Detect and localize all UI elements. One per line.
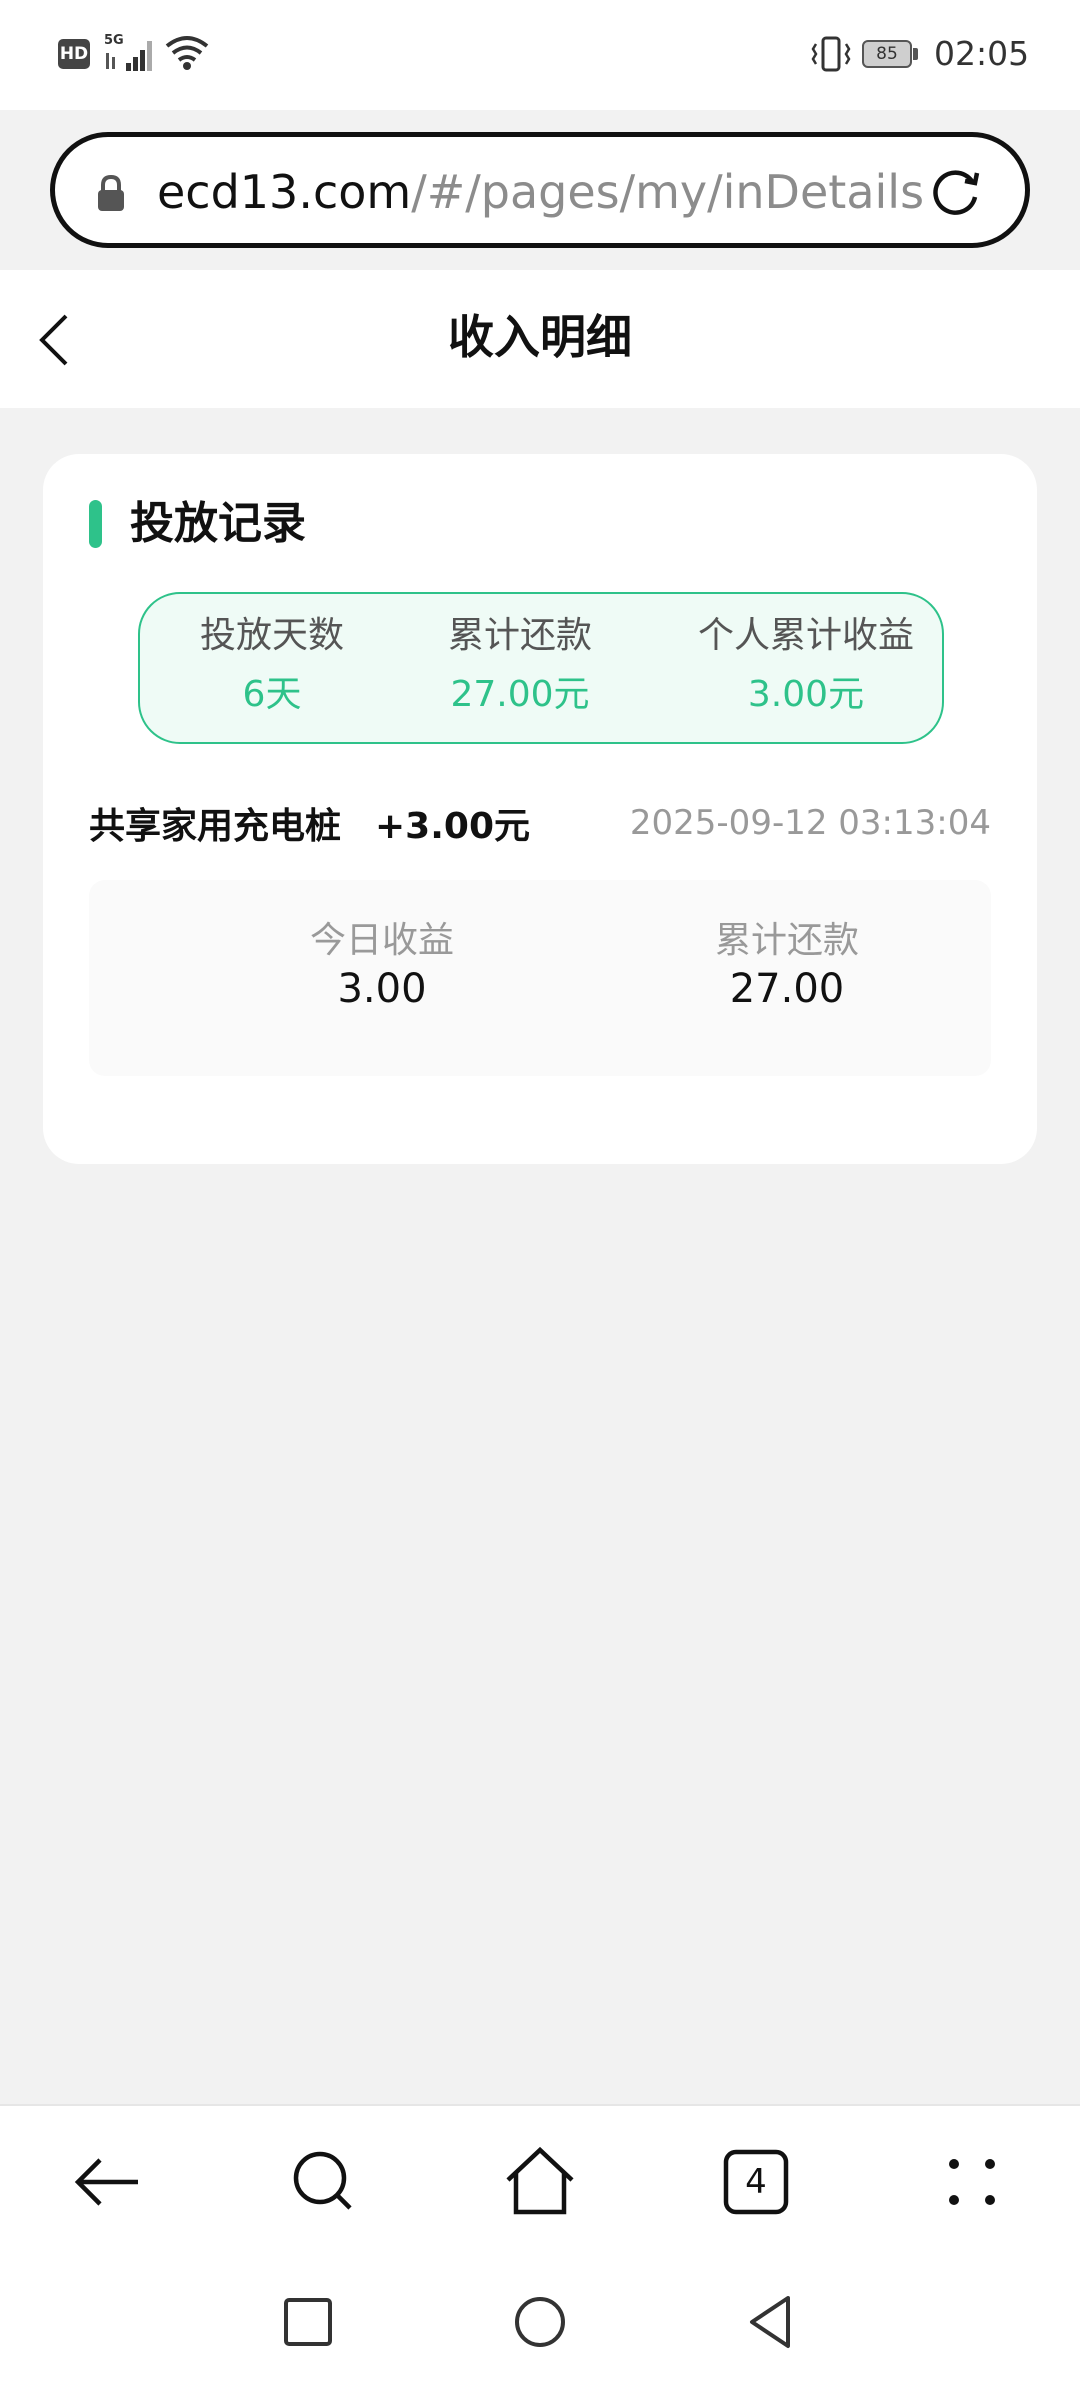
page-title: 收入明细 (448, 310, 632, 364)
arrow-left-icon[interactable] (68, 2142, 148, 2222)
detail-label: 累计还款 (714, 920, 859, 961)
detail-value: 27.00 (729, 966, 845, 1012)
browser-toolbar: 4 (0, 2104, 1080, 2264)
summary-value: 6天 (242, 674, 302, 715)
summary-days: 投放天数 6天 (132, 612, 412, 718)
more-icon[interactable] (932, 2142, 1012, 2222)
summary-repayment: 累计还款 27.00元 (380, 612, 660, 718)
summary-label: 个人累计收益 (697, 615, 914, 656)
detail-today-earnings: 今日收益 3.00 (222, 918, 542, 1014)
search-icon[interactable] (284, 2142, 364, 2222)
wifi-icon (165, 34, 209, 74)
lock-icon[interactable] (93, 173, 129, 213)
record-time: 2025-09-12 03:13:04 (629, 803, 991, 843)
summary-label: 投放天数 (199, 615, 344, 656)
reload-icon[interactable] (927, 165, 985, 223)
address-bar[interactable]: ecd13.com/#/pages/my/inDetails (50, 132, 1030, 248)
detail-label: 今日收益 (309, 920, 454, 961)
hd-icon: HD (58, 39, 90, 69)
battery-level: 85 (862, 40, 912, 68)
summary-earnings: 个人累计收益 3.00元 (666, 612, 946, 718)
status-bar: HD 5G 85 02:05 (0, 0, 1080, 110)
detail-value: 3.00 (337, 966, 427, 1012)
summary-value: 27.00元 (450, 674, 590, 715)
tabs-icon[interactable]: 4 (716, 2142, 796, 2222)
url-host: ecd13.com (157, 165, 412, 219)
url-path: /#/pages/my/inDetails (411, 165, 925, 219)
page-header: 收入明细 (0, 270, 1080, 408)
cellular-signal-icon: 5G (104, 33, 160, 73)
home-circle-icon[interactable] (508, 2290, 572, 2354)
home-icon[interactable] (500, 2142, 580, 2222)
tab-count: 4 (745, 2162, 767, 2202)
vibrate-icon (810, 36, 852, 72)
record-card: 投放记录 投放天数 6天 累计还款 27.00元 个人累计收益 3.00元 共享… (43, 454, 1037, 1164)
detail-total-repayment: 累计还款 27.00 (627, 918, 947, 1014)
back-triangle-icon[interactable] (740, 2290, 804, 2354)
summary-value: 3.00元 (747, 674, 865, 715)
card-title: 投放记录 (130, 498, 306, 549)
url-text[interactable]: ecd13.com/#/pages/my/inDetails (157, 165, 924, 219)
record-name: 共享家用充电桩 (89, 806, 342, 847)
recents-square-icon[interactable] (276, 2290, 340, 2354)
status-clock: 02:05 (934, 34, 1030, 73)
record-amount: +3.00元 (375, 806, 530, 847)
card-accent-bar (89, 500, 102, 548)
summary-label: 累计还款 (447, 615, 592, 656)
battery-tip (913, 48, 918, 60)
system-navigation-bar (0, 2264, 1080, 2388)
battery-icon: 85 (862, 40, 920, 70)
record-detail-box: 今日收益 3.00 累计还款 27.00 (89, 880, 991, 1076)
summary-box: 投放天数 6天 累计还款 27.00元 个人累计收益 3.00元 (138, 592, 944, 744)
